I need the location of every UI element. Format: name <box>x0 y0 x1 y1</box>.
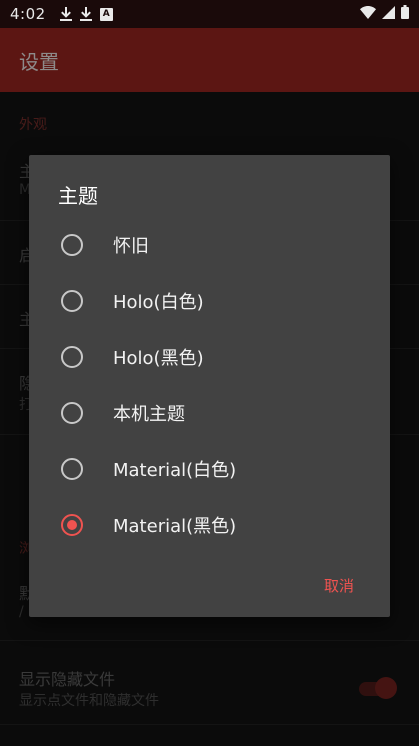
theme-option-material-dark[interactable]: Material(黑色) <box>29 497 390 553</box>
status-right-icons <box>360 5 409 23</box>
option-label: Holo(白色) <box>113 292 204 313</box>
radio-button[interactable] <box>61 458 83 480</box>
download-icon <box>59 7 72 21</box>
option-label: 本机主题 <box>113 404 185 425</box>
dialog-title: 主题 <box>58 184 98 208</box>
theme-option-holo-light[interactable]: Holo(白色) <box>29 273 390 329</box>
radio-button-checked[interactable] <box>61 514 83 536</box>
radio-button[interactable] <box>61 346 83 368</box>
wifi-icon <box>360 5 376 23</box>
app-bar: 设置 <box>0 28 419 92</box>
radio-button[interactable] <box>61 290 83 312</box>
status-time: 4:02 <box>10 5 46 23</box>
option-label: Material(黑色) <box>113 516 237 537</box>
option-label: 怀旧 <box>113 236 149 257</box>
radio-button[interactable] <box>61 402 83 424</box>
cancel-button[interactable]: 取消 <box>324 575 354 596</box>
download-icon <box>79 7 92 21</box>
signal-icon <box>382 5 395 23</box>
battery-icon <box>401 5 409 23</box>
status-left-icons: A <box>59 7 113 21</box>
theme-dialog: 主题 怀旧 Holo(白色) Holo(黑色) 本机主题 Material(白色… <box>29 155 390 617</box>
radio-button[interactable] <box>61 234 83 256</box>
option-label: Holo(黑色) <box>113 348 204 369</box>
a-badge-icon: A <box>99 7 113 21</box>
theme-option-material-light[interactable]: Material(白色) <box>29 441 390 497</box>
theme-option-native[interactable]: 本机主题 <box>29 385 390 441</box>
page-title: 设置 <box>19 49 59 74</box>
theme-option-nostalgic[interactable]: 怀旧 <box>29 217 390 273</box>
status-bar: 4:02 A <box>0 0 419 28</box>
option-label: Material(白色) <box>113 460 237 481</box>
theme-option-holo-dark[interactable]: Holo(黑色) <box>29 329 390 385</box>
